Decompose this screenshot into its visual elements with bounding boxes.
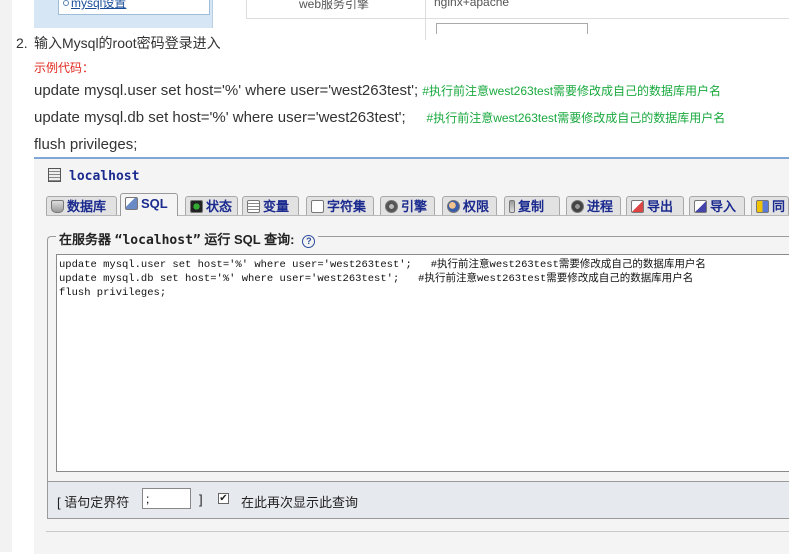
engines-icon	[385, 200, 398, 213]
tab-label: 引擎	[401, 199, 428, 214]
legend-prefix: 在服务器	[59, 232, 112, 247]
sql-icon	[125, 197, 138, 210]
tab-label: SQL	[141, 196, 168, 211]
sidebar-fragment: mysql设置	[34, 0, 213, 28]
tab-label: 复制	[518, 199, 545, 214]
code-text: flush privileges;	[34, 136, 138, 153]
tab-synchronize[interactable]: 同	[751, 196, 789, 215]
delimiter-input[interactable]	[142, 488, 191, 509]
tab-privileges[interactable]: 权限	[442, 196, 497, 215]
tab-label: 权限	[463, 199, 490, 214]
tab-label: 同	[772, 199, 786, 214]
synchronize-icon	[756, 200, 769, 213]
tab-label: 状态	[206, 199, 233, 214]
server-name: localhost	[69, 169, 140, 184]
delimiter-label: [ 语句定界符	[57, 495, 130, 510]
tab-label: 变量	[263, 199, 290, 214]
page-gutter	[0, 0, 12, 552]
code-line-1: update mysql.user set host='%' where use…	[34, 82, 721, 99]
code-text: update mysql.user set host='%' where use…	[34, 82, 419, 99]
step-text: 输入Mysql的root密码登录进入	[34, 35, 221, 51]
tab-export[interactable]: 导出	[626, 196, 684, 215]
tab-label: 字符集	[327, 199, 367, 214]
tab-charsets[interactable]: 字符集	[306, 196, 374, 215]
help-icon[interactable]: ?	[302, 235, 316, 248]
code-note: #执行前注意west263test需要修改成自己的数据库用户名	[422, 84, 722, 98]
show-query-again-label[interactable]: 在此再次显示此查询	[241, 492, 358, 511]
tab-label: 导出	[647, 199, 674, 214]
tab-sql[interactable]: SQL	[120, 193, 178, 216]
tab-variables[interactable]: 变量	[242, 196, 299, 215]
legend-server: “localhost”	[114, 233, 201, 248]
privileges-icon	[447, 200, 460, 213]
delimiter-box: [ 语句定界符 ] ✔ 在此再次显示此查询	[47, 481, 789, 519]
code-note: #执行前注意west263test需要修改成自己的数据库用户名	[426, 111, 726, 125]
delimiter-bracket-close: ]	[199, 492, 203, 507]
sidebar-link-mysql-settings[interactable]: mysql设置	[71, 0, 126, 11]
step-number: 2.	[16, 35, 28, 51]
sql-query-legend: 在服务器 “localhost” 运行 SQL 查询:?	[56, 229, 319, 248]
tab-status[interactable]: 状态	[185, 196, 238, 215]
code-text: update mysql.db set host='%' where user=…	[34, 109, 406, 126]
bullet-icon	[63, 0, 69, 6]
example-code-label: 示例代码：	[34, 61, 95, 75]
tab-processes[interactable]: 进程	[566, 196, 621, 215]
code-line-2: update mysql.db set host='%' where user=…	[34, 109, 725, 126]
database-icon	[51, 200, 64, 213]
tab-import[interactable]: 导入	[689, 196, 745, 215]
sql-query-textarea[interactable]: update mysql.user set host='%' where use…	[56, 254, 789, 472]
input-fragment[interactable]	[436, 23, 588, 34]
import-icon	[694, 200, 707, 213]
server-icon	[48, 168, 61, 182]
info-table-fragment: web服务引擎 nginx+apache	[246, 0, 789, 40]
code-line-3: flush privileges;	[34, 136, 137, 153]
step-item: 2. 输入Mysql的root密码登录进入	[16, 33, 221, 53]
server-title[interactable]: localhost	[48, 168, 139, 184]
show-query-again-checkbox[interactable]: ✔	[218, 493, 229, 504]
sidebar-subitem[interactable]: mysql设置	[58, 0, 210, 15]
table-cell-label: web服务引擎	[299, 0, 370, 11]
processes-icon	[571, 200, 584, 213]
phpmyadmin-panel: localhost 数据库 SQL 状态 变量 字符集 引擎 权限 复制 进程 …	[34, 157, 789, 554]
tab-label: 进程	[587, 199, 614, 214]
server-tabs: 数据库 SQL 状态 变量 字符集 引擎 权限 复制 进程 导出 导入 同	[46, 193, 789, 216]
panel-divider	[46, 531, 789, 532]
tab-databases[interactable]: 数据库	[46, 196, 117, 215]
tab-label: 数据库	[67, 199, 107, 214]
charset-icon	[311, 200, 324, 213]
legend-suffix: 运行 SQL 查询:	[204, 232, 295, 247]
tab-label: 导入	[710, 199, 737, 214]
variables-icon	[247, 200, 260, 213]
tab-engines[interactable]: 引擎	[380, 196, 435, 215]
export-icon	[631, 200, 644, 213]
status-icon	[190, 200, 203, 213]
replication-icon	[509, 200, 515, 213]
sql-query-fieldset: 在服务器 “localhost” 运行 SQL 查询:? update mysq…	[47, 229, 789, 481]
table-divider	[425, 0, 426, 40]
table-cell-value: nginx+apache	[434, 0, 510, 9]
tab-replication[interactable]: 复制	[504, 196, 560, 215]
